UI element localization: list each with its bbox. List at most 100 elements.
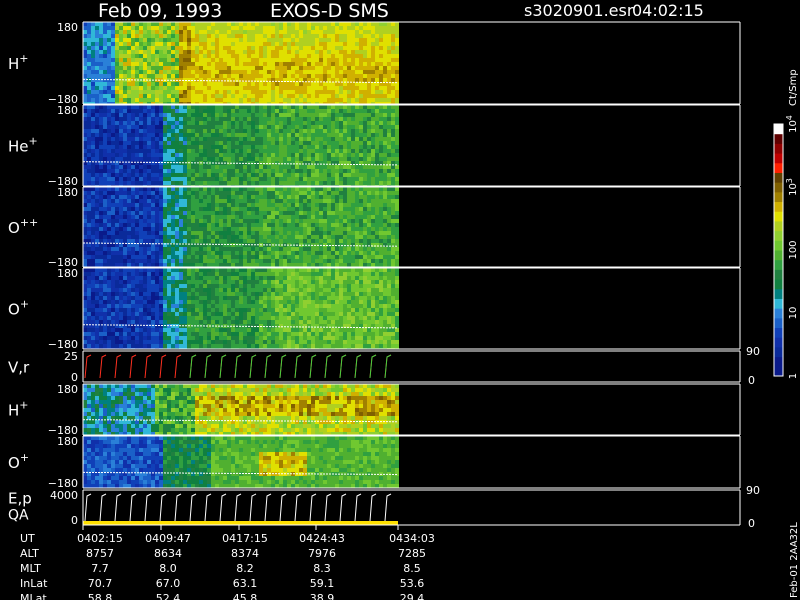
heat-cell [151,137,155,141]
heat-cell [391,46,395,50]
heat-cell [83,320,87,324]
heat-cell [119,62,123,66]
heat-cell [159,191,163,195]
heat-cell [211,259,215,263]
heat-cell [363,137,367,141]
heat-cell [327,42,331,46]
heat-cell [219,153,223,157]
heat-cell [227,82,231,86]
heat-cell [299,90,303,94]
heat-cell [107,70,111,74]
heat-cell [175,219,179,223]
heat-cell [251,137,255,141]
heat-cell [235,157,239,161]
heat-cell [255,199,259,203]
heat-cell [299,113,303,117]
heat-cell [139,223,143,227]
heat-cell [227,169,231,173]
heat-cell [343,243,347,247]
heat-cell [307,90,311,94]
heat-cell [95,137,99,141]
heat-cell [183,50,187,54]
heat-cell [219,34,223,38]
heat-cell [335,90,339,94]
heat-cell [347,223,351,227]
heat-cell [307,219,311,223]
heat-cell [295,231,299,235]
heat-cell [259,161,263,165]
heat-cell [207,105,211,109]
heat-cell [219,74,223,78]
heat-cell [255,173,259,177]
heat-cell [255,137,259,141]
heat-cell [99,141,103,145]
heat-cell [131,66,135,70]
heat-cell [287,165,291,169]
heat-cell [115,42,119,46]
heat-cell [171,109,175,113]
heat-cell [223,38,227,42]
heat-cell [311,259,315,263]
heat-cell [255,82,259,86]
heat-cell [319,187,323,191]
heat-cell [119,70,123,74]
heat-cell [199,169,203,173]
heat-cell [391,78,395,82]
heat-cell [311,38,315,42]
heat-cell [219,239,223,243]
heat-cell [187,219,191,223]
heat-cell [363,259,367,263]
heat-cell [171,181,175,185]
heat-cell [315,255,319,259]
heat-cell [347,255,351,259]
heat-cell [359,141,363,145]
heat-cell [135,157,139,161]
heat-cell [223,98,227,102]
heat-cell [303,117,307,121]
heat-cell [123,109,127,113]
heat-cell [363,141,367,145]
heat-cell [219,54,223,58]
heat-cell [327,231,331,235]
heat-cell [251,141,255,145]
heat-cell [311,133,315,137]
heat-cell [387,227,391,231]
heat-cell [323,117,327,121]
heat-cell [339,133,343,137]
heat-cell [271,62,275,66]
heat-cell [167,145,171,149]
heat-cell [239,251,243,255]
heat-cell [183,239,187,243]
heat-cell [323,109,327,113]
heat-cell [351,145,355,149]
heat-cell [235,90,239,94]
heat-cell [223,231,227,235]
heat-cell [191,109,195,113]
heat-cell [215,78,219,82]
heat-cell [375,231,379,235]
heat-cell [271,145,275,149]
heat-cell [95,177,99,181]
heat-cell [263,94,267,98]
heat-cell [267,219,271,223]
heat-cell [275,141,279,145]
heat-cell [159,145,163,149]
heat-cell [395,50,399,54]
heat-cell [83,231,87,235]
heat-cell [139,157,143,161]
heat-cell [215,66,219,70]
heat-cell [135,70,139,74]
heat-cell [271,177,275,181]
heat-cell [239,86,243,90]
heat-cell [363,38,367,42]
heat-cell [359,46,363,50]
heat-cell [187,30,191,34]
heat-cell [83,30,87,34]
heat-cell [127,22,131,26]
heat-cell [123,42,127,46]
heat-cell [171,121,175,125]
heat-cell [331,125,335,129]
heat-cell [91,70,95,74]
heat-cell [315,219,319,223]
heat-cell [291,54,295,58]
